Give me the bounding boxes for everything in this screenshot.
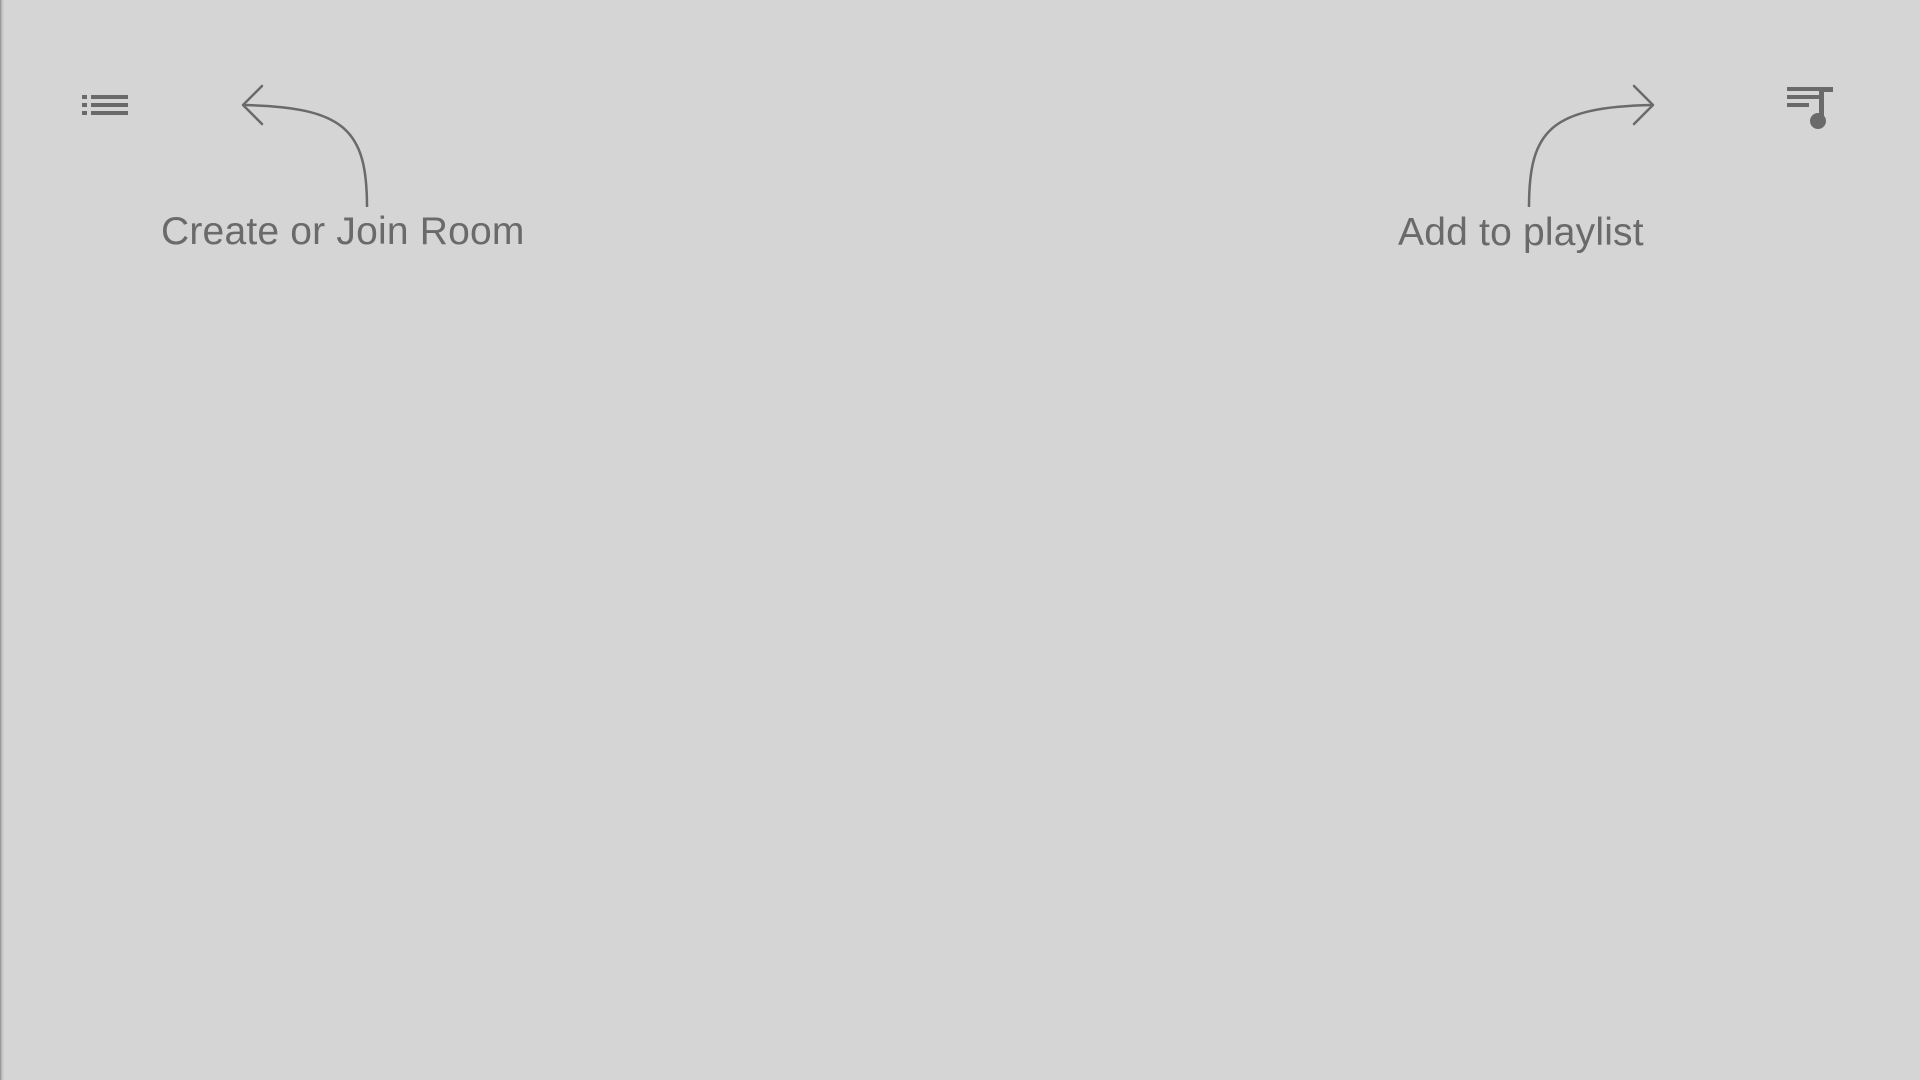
playlist-hint-label: Add to playlist xyxy=(1398,211,1644,254)
onboarding-overlay: Create or Join Room Add to playlist xyxy=(0,0,1920,1080)
rooms-hint-label: Create or Join Room xyxy=(161,210,525,253)
playlist-hint-arrow xyxy=(1527,84,1655,208)
